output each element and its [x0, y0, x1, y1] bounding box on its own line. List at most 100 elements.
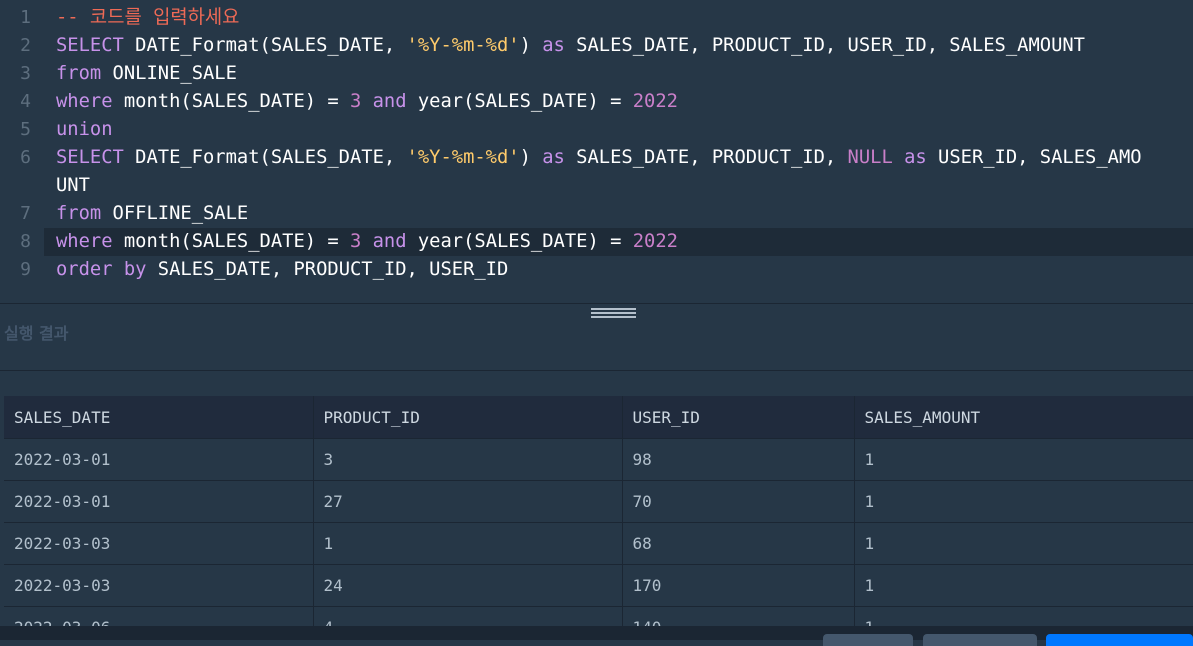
code-token: where	[56, 91, 113, 112]
table-cell: 140	[622, 606, 855, 626]
code-text: SELECT DATE_Format(SALES_DATE, '%Y-%m-%d…	[56, 32, 1085, 60]
table-cell: 1	[854, 564, 1193, 607]
table-cell: 98	[622, 438, 855, 481]
results-divider	[0, 370, 1193, 371]
table-cell: 170	[622, 564, 855, 607]
code-token: 2022	[632, 91, 678, 112]
table-row: 2022-03-01 27 70 1	[4, 480, 1193, 523]
code-token: SELECT	[56, 147, 124, 168]
results-table-container: SALES_DATE PRODUCT_ID USER_ID SALES_AMOU…	[4, 396, 1193, 626]
code-token: union	[56, 119, 113, 140]
code-token: SALES_DATE, PRODUCT_ID, USER_ID, SALES_A…	[564, 35, 1085, 56]
code-token: from	[56, 63, 102, 84]
code-token: OFFLINE_SALE	[101, 203, 249, 224]
column-header: SALES_AMOUNT	[854, 396, 1193, 439]
resize-handle[interactable]	[591, 308, 636, 319]
code-editor[interactable]: 1 -- 코드를 입력하세요 2 SELECT DATE_Format(SALES_D…	[0, 0, 1193, 303]
line-number: 1	[20, 7, 31, 28]
table-cell: 2022-03-01	[4, 438, 314, 481]
table-cell: 1	[854, 606, 1193, 626]
code-token: '%Y-%m-%d'	[406, 147, 520, 168]
table-cell: 2022-03-03	[4, 564, 314, 607]
code-token: SALES_DATE, PRODUCT_ID,	[564, 147, 848, 168]
table-row: 2022-03-03 1 68 1	[4, 522, 1193, 565]
results-table: SALES_DATE PRODUCT_ID USER_ID SALES_AMOU…	[4, 396, 1193, 626]
line-number: 8	[20, 231, 31, 252]
code-text: order by SALES_DATE, PRODUCT_ID, USER_ID	[56, 256, 508, 284]
code-token: as	[542, 147, 565, 168]
table-row: 2022-03-06 4 140 1	[4, 606, 1193, 626]
line-number: 3	[20, 63, 31, 84]
action-button[interactable]	[923, 634, 1037, 646]
line-number: 4	[20, 91, 31, 112]
code-token: SALES_DATE, PRODUCT_ID, USER_ID	[146, 259, 509, 280]
code-token: month(SALES_DATE) =	[112, 91, 350, 112]
code-token: year(SALES_DATE) =	[406, 91, 633, 112]
code-token: )	[519, 147, 543, 168]
code-text: -- 코드를 입력하세요	[56, 4, 239, 32]
code-token: month(SALES_DATE) =	[112, 231, 350, 252]
code-token: ONLINE_SALE	[101, 63, 237, 84]
code-text: from OFFLINE_SALE	[56, 200, 248, 228]
action-button[interactable]	[823, 634, 913, 646]
table-row: 2022-03-03 24 170 1	[4, 564, 1193, 607]
table-cell: 2022-03-06	[4, 606, 314, 626]
code-token: order by	[56, 259, 147, 280]
table-row: 2022-03-01 3 98 1	[4, 438, 1193, 481]
code-line[interactable]	[0, 172, 1193, 200]
table-cell: 2022-03-01	[4, 480, 314, 523]
code-token: from	[56, 203, 102, 224]
line-number: 6	[20, 147, 31, 168]
table-cell: 4	[313, 606, 623, 626]
code-text: union	[56, 116, 113, 144]
code-text: where month(SALES_DATE) = 3 and year(SAL…	[56, 228, 678, 256]
code-text: UNT	[56, 172, 90, 200]
results-title: 실행 결과	[4, 324, 69, 343]
table-cell: 70	[622, 480, 855, 523]
code-token: )	[519, 35, 543, 56]
code-text: SELECT DATE_Format(SALES_DATE, '%Y-%m-%d…	[56, 144, 1142, 172]
table-cell: 2022-03-03	[4, 522, 314, 565]
table-cell: 24	[313, 564, 623, 607]
line-number: 9	[20, 259, 31, 280]
code-token: where	[56, 231, 113, 252]
column-header: USER_ID	[622, 396, 855, 439]
code-token: UNT	[56, 175, 90, 196]
code-token: DATE_Format(SALES_DATE,	[123, 35, 407, 56]
code-token: and	[372, 231, 407, 252]
code-token: -- 코드를 입력하세요	[56, 7, 240, 28]
line-number: 7	[20, 203, 31, 224]
column-header: PRODUCT_ID	[313, 396, 623, 439]
code-token: as	[904, 147, 927, 168]
code-token: 3	[350, 231, 362, 252]
submit-button[interactable]	[1046, 634, 1193, 646]
table-cell: 3	[313, 438, 623, 481]
code-token: USER_ID, SALES_AMO	[926, 147, 1142, 168]
code-token: '%Y-%m-%d'	[406, 35, 520, 56]
code-token: 3	[350, 91, 362, 112]
table-cell: 1	[854, 522, 1193, 565]
code-line[interactable]	[0, 116, 1193, 144]
line-number: 2	[20, 35, 31, 56]
code-token: year(SALES_DATE) =	[406, 231, 633, 252]
table-cell: 68	[622, 522, 855, 565]
code-token: as	[542, 35, 565, 56]
table-cell: 1	[854, 480, 1193, 523]
column-header: SALES_DATE	[4, 396, 314, 439]
table-cell: 1	[313, 522, 623, 565]
pane-splitter	[0, 303, 1193, 304]
code-token: DATE_Format(SALES_DATE,	[123, 147, 407, 168]
table-header-row: SALES_DATE PRODUCT_ID USER_ID SALES_AMOU…	[4, 396, 1193, 439]
table-cell: 1	[854, 438, 1193, 481]
line-number: 5	[20, 119, 31, 140]
code-text: where month(SALES_DATE) = 3 and year(SAL…	[56, 88, 678, 116]
code-token: NULL	[847, 147, 893, 168]
code-text: from ONLINE_SALE	[56, 60, 237, 88]
table-cell: 27	[313, 480, 623, 523]
code-token: SELECT	[56, 35, 124, 56]
code-token: 2022	[632, 231, 678, 252]
code-token: and	[372, 91, 407, 112]
